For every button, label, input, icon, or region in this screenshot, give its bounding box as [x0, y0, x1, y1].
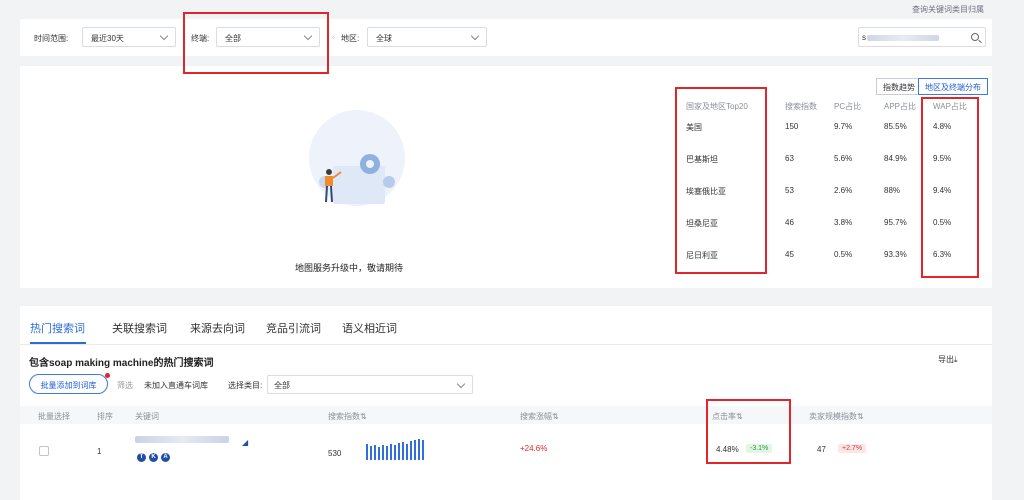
- app-cell: 88%: [884, 186, 901, 195]
- header-search-growth-label: 搜索涨幅: [520, 412, 552, 421]
- category-label: 选择类目:: [228, 381, 263, 390]
- search-growth-cell: +24.6%: [520, 444, 548, 453]
- app-cell: 95.7%: [884, 218, 907, 227]
- app-cell: 84.9%: [884, 154, 907, 163]
- tag-k-icon: K: [149, 453, 158, 462]
- link-arrow-icon[interactable]: ◢: [242, 438, 248, 447]
- chevron-down-icon: [456, 379, 466, 389]
- time-range-value: 最近30天: [91, 34, 124, 43]
- search-prefix: s: [862, 33, 866, 42]
- index-cell: 63: [785, 154, 794, 163]
- time-range-label: 时间范围:: [34, 34, 69, 43]
- filter-label: 筛选: [117, 381, 133, 390]
- tab-competitor-words[interactable]: 竞品引流词: [266, 320, 321, 336]
- category-lookup-link[interactable]: 查询关键词类目归属: [912, 4, 984, 15]
- seller-scale-cell: 47: [817, 445, 826, 454]
- keyword-text[interactable]: [135, 436, 229, 443]
- col-pc: PC占比: [834, 102, 862, 111]
- notification-dot: [105, 373, 110, 378]
- category-value: 全部: [274, 381, 290, 390]
- search-input[interactable]: s: [858, 27, 986, 47]
- header-rank: 排序: [97, 412, 113, 421]
- pc-cell: 9.7%: [834, 122, 853, 131]
- category-select[interactable]: 全部: [267, 375, 473, 394]
- region-label: 地区:: [341, 34, 360, 43]
- pc-cell: 3.8%: [834, 218, 853, 227]
- chevron-down-icon: [470, 31, 480, 41]
- header-select: 批量选择: [38, 412, 70, 421]
- upgrade-illustration: [309, 110, 405, 206]
- header-search-index[interactable]: 搜索指数⇅: [328, 411, 367, 422]
- header-seller-scale[interactable]: 卖家规模指数⇅: [809, 411, 864, 422]
- index-cell: 46: [785, 218, 794, 227]
- tag-a-icon: A: [161, 453, 170, 462]
- highlight-box-ctr: [706, 399, 791, 464]
- filter-bar: 时间范围: 最近30天 终端: 全部 ◦ 地区: 全球 s: [20, 19, 992, 56]
- map-placeholder-text: 地图服务升级中，敬请期待: [295, 263, 404, 273]
- tab-hot-search[interactable]: 热门搜索词: [30, 320, 85, 336]
- app-cell: 93.3%: [884, 250, 907, 259]
- tab-divider: [20, 344, 992, 345]
- header-search-index-label: 搜索指数: [328, 412, 360, 421]
- highlight-box-wap: [921, 97, 979, 278]
- seller-change-badge: +2.7%: [838, 444, 867, 453]
- region-value: 全球: [376, 34, 392, 43]
- col-app: APP占比: [884, 102, 917, 111]
- tag-t-icon: T: [137, 453, 146, 462]
- region-terminal-button[interactable]: 地区及终端分布: [918, 78, 988, 95]
- search-index-sparkline: [366, 439, 424, 460]
- region-select[interactable]: 全球: [367, 27, 487, 47]
- search-icon[interactable]: [971, 33, 979, 41]
- tab-semantic-words[interactable]: 语义相近词: [342, 320, 397, 336]
- header-search-growth[interactable]: 搜索涨幅⇅: [520, 411, 559, 422]
- search-index-cell: 530: [328, 449, 342, 458]
- index-cell: 53: [785, 186, 794, 195]
- highlight-box-country: [675, 87, 767, 274]
- region-info-icon: ◦: [332, 33, 335, 42]
- pc-cell: 2.6%: [834, 186, 853, 195]
- not-added-filter[interactable]: 未加入直通车词库: [144, 380, 208, 391]
- keyword-panel: 热门搜索词 关联搜索词 来源去向词 竞品引流词 语义相近词 包含soap mak…: [20, 306, 992, 500]
- index-cell: 45: [785, 250, 794, 259]
- search-input-value: [867, 35, 939, 41]
- col-search-index: 搜索指数: [785, 102, 817, 111]
- pc-cell: 0.5%: [834, 250, 853, 259]
- pc-cell: 5.6%: [834, 154, 853, 163]
- row-checkbox[interactable]: [39, 446, 49, 456]
- region-distribution-panel: 地图服务升级中，敬请期待 指数趋势 地区及终端分布 国家及地区Top20 搜索指…: [20, 66, 992, 288]
- sort-icon: ⇅: [857, 412, 864, 421]
- chevron-down-icon: [159, 31, 169, 41]
- download-icon: ⤓: [954, 355, 958, 364]
- batch-add-button[interactable]: 批量添加到词库: [29, 374, 108, 394]
- app-cell: 85.5%: [884, 122, 907, 131]
- tab-source-words[interactable]: 来源去向词: [190, 320, 245, 336]
- table-header: 批量选择 排序 关键词 搜索指数⇅ 搜索涨幅⇅ 点击率⇅ 卖家规模指数⇅: [20, 406, 992, 424]
- header-seller-scale-label: 卖家规模指数: [809, 412, 857, 421]
- section-title: 包含soap making machine的热门搜索词: [29, 358, 214, 369]
- sort-icon: ⇅: [360, 412, 367, 421]
- rank-cell: 1: [97, 447, 102, 456]
- export-label: 导出: [938, 355, 954, 364]
- index-cell: 150: [785, 122, 799, 131]
- tab-related-search[interactable]: 关联搜索词: [112, 320, 167, 336]
- export-button[interactable]: 导出⤓: [938, 354, 958, 365]
- sort-icon: ⇅: [552, 412, 559, 421]
- highlight-box-terminal: [183, 12, 329, 74]
- header-keyword: 关键词: [135, 412, 159, 421]
- time-range-select[interactable]: 最近30天: [82, 27, 176, 47]
- index-trend-button[interactable]: 指数趋势: [876, 78, 922, 95]
